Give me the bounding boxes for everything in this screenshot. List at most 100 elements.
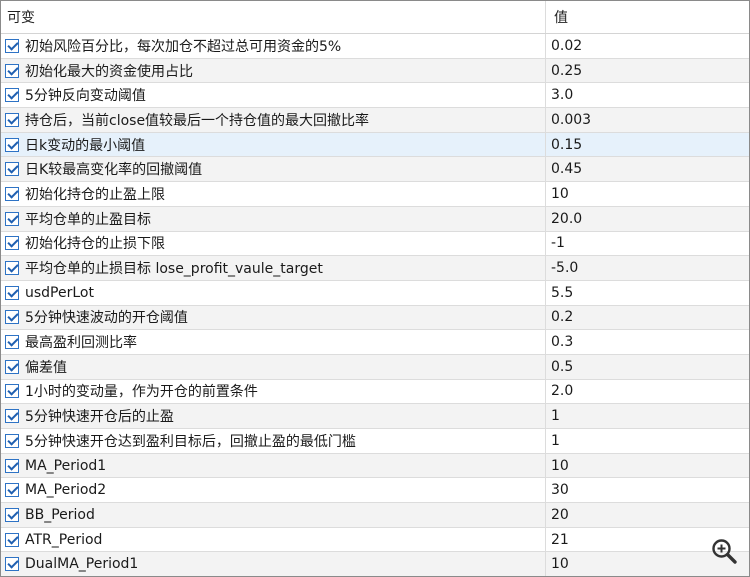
variable-cell[interactable]: usdPerLot xyxy=(1,280,546,305)
variable-cell[interactable]: 偏差值 xyxy=(1,354,546,379)
variable-cell[interactable]: 持仓后，当前close值较最后一个持仓值的最大回撤比率 xyxy=(1,108,546,132)
table-row[interactable]: 初始化持仓的止盈上限 10 xyxy=(1,182,749,207)
value-cell[interactable]: 0.2 xyxy=(546,306,749,330)
variable-cell[interactable]: 平均仓单的止损目标 lose_profit_vaule_target xyxy=(1,256,546,280)
grid-body: 初始风险百分比，每次加仓不超过总可用资金的5% 0.02 初始化最大的资金使用占比 0… xyxy=(1,34,749,576)
table-row[interactable]: 5分钟快速开仓后的止盈 1 xyxy=(1,404,749,429)
value-cell[interactable]: 0.25 xyxy=(546,59,749,83)
variable-cell[interactable]: BB_Period xyxy=(1,503,546,527)
variable-cell[interactable]: 初始风险百分比，每次加仓不超过总可用资金的5% xyxy=(1,34,546,58)
checkbox-checked-icon[interactable] xyxy=(5,483,19,498)
value-cell[interactable]: 30 xyxy=(546,478,749,502)
table-row[interactable]: 最高盈利回测比率 0.3 xyxy=(1,330,749,355)
checkbox-checked-icon[interactable] xyxy=(5,409,19,424)
table-row[interactable]: 5分钟反向变动阈值 3.0 xyxy=(1,83,749,109)
table-row[interactable]: usdPerLot 5.5 xyxy=(1,280,749,306)
variable-cell[interactable]: 1小时的变动量，作为开仓的前置条件 xyxy=(1,379,546,404)
value-cell[interactable]: 0.15 xyxy=(546,133,749,157)
variable-cell[interactable]: ATR_Period xyxy=(1,527,546,552)
table-row[interactable]: 日k变动的最小阈值 0.15 xyxy=(1,132,749,158)
table-row[interactable]: BB_Period 20 xyxy=(1,503,749,528)
variable-cell[interactable]: MA_Period2 xyxy=(1,478,546,503)
checkbox-checked-icon[interactable] xyxy=(5,112,19,127)
value-cell[interactable]: 1 xyxy=(546,404,749,428)
checkbox-checked-icon[interactable] xyxy=(5,458,19,473)
variable-name: 初始化最大的资金使用占比 xyxy=(25,63,193,80)
checkbox-checked-icon[interactable] xyxy=(5,162,19,177)
variable-cell[interactable]: 平均仓单的止盈目标 xyxy=(1,206,546,231)
table-row[interactable]: DualMA_Period1 10 xyxy=(1,552,749,576)
value-cell[interactable]: -5.0 xyxy=(546,256,749,280)
checkbox-checked-icon[interactable] xyxy=(5,384,19,399)
table-row[interactable]: ATR_Period 21 xyxy=(1,527,749,553)
variable-cell[interactable]: 最高盈利回测比率 xyxy=(1,330,546,354)
variable-name: 日k变动的最小阈值 xyxy=(25,137,146,154)
variable-cell[interactable]: 初始化持仓的止损下限 xyxy=(1,231,546,256)
table-row[interactable]: 偏差值 0.5 xyxy=(1,354,749,380)
checkbox-checked-icon[interactable] xyxy=(5,63,19,78)
variable-name: 5分钟快速开仓达到盈利目标后，回撤止盈的最低门槛 xyxy=(25,433,356,450)
checkbox-checked-icon[interactable] xyxy=(5,236,19,251)
variable-name: 平均仓单的止盈目标 xyxy=(25,211,151,228)
table-row[interactable]: MA_Period1 10 xyxy=(1,453,749,479)
table-row[interactable]: 初始化最大的资金使用占比 0.25 xyxy=(1,58,749,84)
variable-cell[interactable]: 5分钟快速开仓后的止盈 xyxy=(1,404,546,428)
value-cell[interactable]: -1 xyxy=(546,232,749,256)
table-row[interactable]: 5分钟快速开仓达到盈利目标后，回撤止盈的最低门槛 1 xyxy=(1,429,749,454)
variable-name: ATR_Period xyxy=(25,531,103,548)
variable-cell[interactable]: 初始化持仓的止盈上限 xyxy=(1,182,546,206)
value-cell[interactable]: 1 xyxy=(546,429,749,453)
variable-cell[interactable]: 5分钟反向变动阈值 xyxy=(1,83,546,108)
value-cell[interactable]: 20 xyxy=(546,503,749,527)
value-cell[interactable]: 0.003 xyxy=(546,108,749,132)
value-cell[interactable]: 3.0 xyxy=(546,83,749,107)
variable-name: DualMA_Period1 xyxy=(25,556,139,573)
value-cell[interactable]: 10 xyxy=(546,182,749,206)
table-row[interactable]: 平均仓单的止损目标 lose_profit_vaule_target -5.0 xyxy=(1,256,749,281)
checkbox-checked-icon[interactable] xyxy=(5,532,19,547)
checkbox-checked-icon[interactable] xyxy=(5,211,19,226)
checkbox-checked-icon[interactable] xyxy=(5,186,19,201)
checkbox-checked-icon[interactable] xyxy=(5,88,19,103)
value-cell[interactable]: 0.02 xyxy=(546,34,749,58)
zoom-in-icon[interactable] xyxy=(710,537,738,565)
checkbox-checked-icon[interactable] xyxy=(5,507,19,522)
checkbox-checked-icon[interactable] xyxy=(5,359,19,374)
checkbox-checked-icon[interactable] xyxy=(5,335,19,350)
variable-cell[interactable]: 5分钟快速开仓达到盈利目标后，回撤止盈的最低门槛 xyxy=(1,429,546,453)
variable-name: BB_Period xyxy=(25,506,95,523)
column-header-variable[interactable]: 可变 xyxy=(1,1,546,33)
variable-cell[interactable]: 5分钟快速波动的开仓阈值 xyxy=(1,305,546,330)
variable-cell[interactable]: 日k变动的最小阈值 xyxy=(1,132,546,157)
variable-cell[interactable]: MA_Period1 xyxy=(1,453,546,478)
table-row[interactable]: 初始风险百分比，每次加仓不超过总可用资金的5% 0.02 xyxy=(1,34,749,59)
value-cell[interactable]: 0.45 xyxy=(546,157,749,181)
value-cell[interactable]: 2.0 xyxy=(546,380,749,404)
table-row[interactable]: 日K较最高变化率的回撤阈值 0.45 xyxy=(1,157,749,183)
value-cell[interactable]: 5.5 xyxy=(546,281,749,305)
value-cell[interactable]: 0.3 xyxy=(546,330,749,354)
value-cell[interactable]: 0.5 xyxy=(546,355,749,379)
variable-name: MA_Period2 xyxy=(25,482,107,499)
table-row[interactable]: 5分钟快速波动的开仓阈值 0.2 xyxy=(1,305,749,331)
table-row[interactable]: 初始化持仓的止损下限 -1 xyxy=(1,231,749,257)
checkbox-checked-icon[interactable] xyxy=(5,38,19,53)
value-cell[interactable]: 20.0 xyxy=(546,207,749,231)
value-cell[interactable]: 10 xyxy=(546,454,749,478)
table-row[interactable]: 持仓后，当前close值较最后一个持仓值的最大回撤比率 0.003 xyxy=(1,108,749,133)
checkbox-checked-icon[interactable] xyxy=(5,433,19,448)
checkbox-checked-icon[interactable] xyxy=(5,285,19,300)
checkbox-checked-icon[interactable] xyxy=(5,557,19,572)
variable-name: 偏差值 xyxy=(25,359,67,376)
variable-cell[interactable]: DualMA_Period1 xyxy=(1,552,546,576)
variable-name: 初始化持仓的止损下限 xyxy=(25,236,165,253)
checkbox-checked-icon[interactable] xyxy=(5,261,19,276)
table-row[interactable]: 平均仓单的止盈目标 20.0 xyxy=(1,206,749,232)
variable-cell[interactable]: 日K较最高变化率的回撤阈值 xyxy=(1,157,546,182)
checkbox-checked-icon[interactable] xyxy=(5,310,19,325)
checkbox-checked-icon[interactable] xyxy=(5,137,19,152)
table-row[interactable]: MA_Period2 30 xyxy=(1,478,749,504)
variable-cell[interactable]: 初始化最大的资金使用占比 xyxy=(1,58,546,83)
table-row[interactable]: 1小时的变动量，作为开仓的前置条件 2.0 xyxy=(1,379,749,405)
column-header-value[interactable]: 值 xyxy=(546,1,749,33)
